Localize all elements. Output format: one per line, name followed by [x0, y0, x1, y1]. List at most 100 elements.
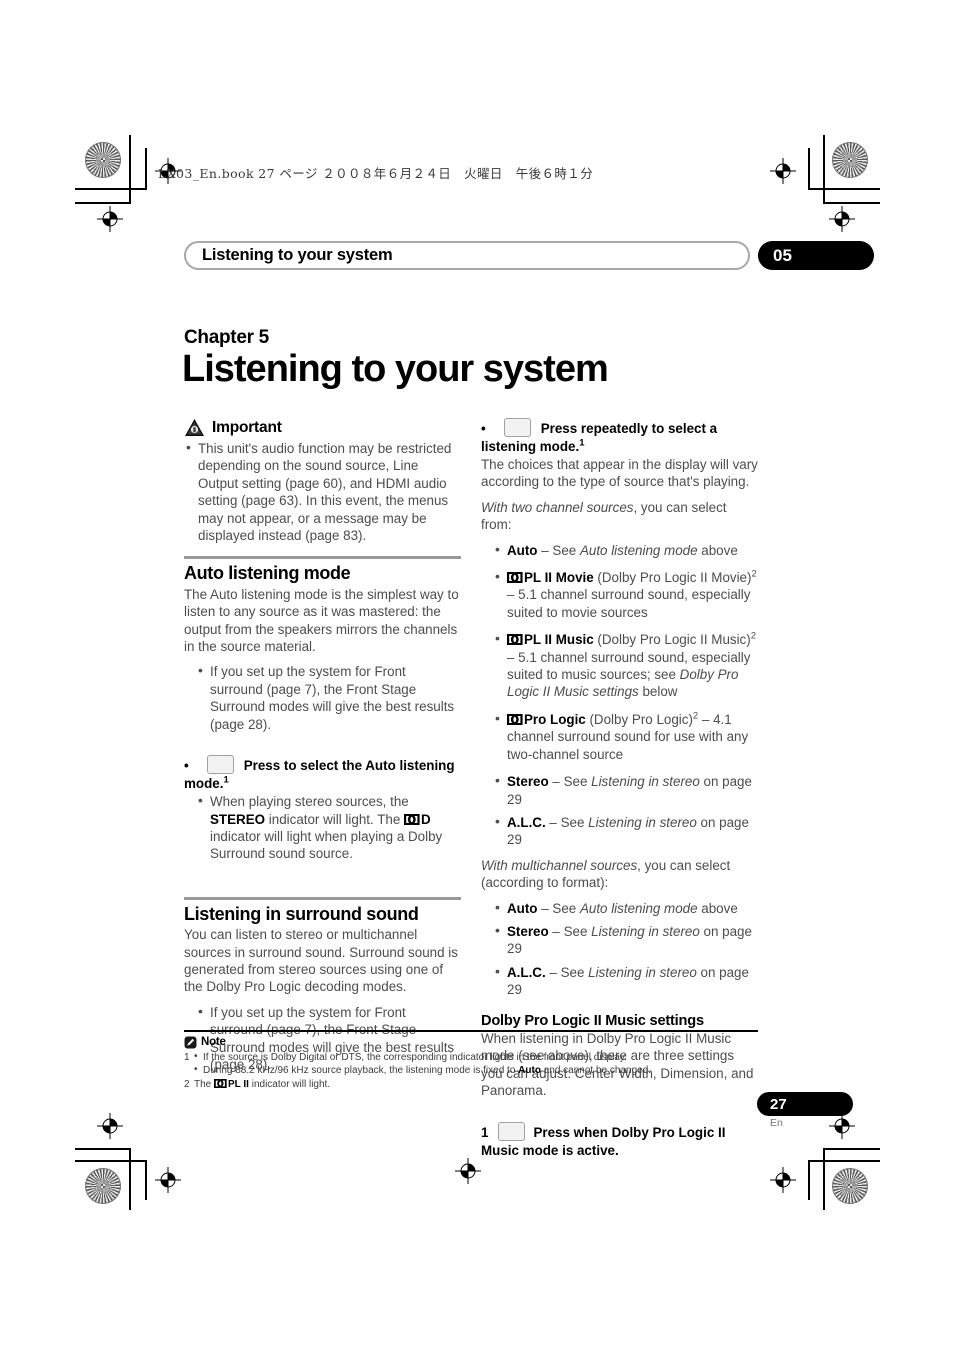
crop-line	[823, 1148, 880, 1150]
mode-name: Pro Logic	[524, 711, 586, 727]
footnote-body: The PL II indicator will light.	[194, 1078, 758, 1092]
footnote-item-2: 2 The PL II indicator will light.	[184, 1078, 758, 1092]
remote-button-placeholder-icon[interactable]	[498, 1121, 526, 1141]
list-item: Auto – See Auto listening mode above	[481, 899, 758, 917]
crop-line	[808, 1160, 810, 1200]
note-pre: When playing stereo sources, the	[210, 794, 409, 810]
book-filename-header: LX03_En.book 27 ページ ２００８年６月２４日 火曜日 午後６時１…	[158, 166, 594, 181]
remote-button-placeholder-icon[interactable]	[206, 755, 234, 775]
warning-triangle-icon	[184, 418, 205, 437]
mode-name: A.L.C.	[507, 964, 546, 980]
fn-pre: During 88.2 kHz/96 kHz source playback, …	[203, 1065, 519, 1077]
important-heading: Important	[212, 418, 282, 436]
mode-dash: (Dolby Pro Logic II Music)	[593, 632, 751, 648]
registration-mark-right-lower	[829, 1113, 855, 1139]
important-heading-row: Important	[184, 418, 461, 437]
crop-line	[75, 188, 147, 190]
note-heading-row: Note	[184, 1036, 758, 1050]
left-column: Important This unit's audio function may…	[184, 418, 461, 1073]
list-item: Pro Logic (Dolby Pro Logic)2 – 4.1 chann…	[481, 710, 758, 763]
list-item: A.L.C. – See Listening in stereo on page…	[481, 963, 758, 999]
stereo-indicator-label: STEREO	[210, 811, 266, 827]
crop-line	[823, 135, 825, 203]
footnote-marker: 1	[223, 774, 229, 786]
crop-line	[145, 148, 147, 190]
chapter-number-badge: 05	[758, 241, 874, 270]
mode-name: PL II Music	[524, 632, 594, 648]
mode-name: Auto	[507, 542, 538, 558]
mode-dash: (Dolby Pro Logic)	[585, 711, 693, 727]
footnote-marker: 1	[579, 437, 585, 449]
mode-italic-ref: Auto listening mode	[579, 900, 698, 916]
note-icon	[184, 1036, 197, 1049]
mode-tail: above	[697, 542, 738, 558]
crop-line	[129, 135, 131, 203]
footnote-sublist: If the source is Dolby Digital or DTS, t…	[194, 1050, 758, 1078]
registration-mark-bottom-right	[770, 1167, 796, 1193]
mode-italic-ref: Listening in stereo	[591, 774, 700, 790]
list-item: If you set up the system for Front surro…	[184, 662, 461, 733]
mode-italic-ref: Listening in stereo	[591, 923, 700, 939]
registration-mark-left-lower	[97, 1113, 123, 1139]
registration-mark-top-right	[770, 158, 796, 184]
list-item: Stereo – See Listening in stereo on page…	[481, 922, 758, 958]
page-title: Listening to your system	[182, 348, 609, 390]
crop-line	[808, 148, 810, 190]
crop-line	[75, 202, 131, 204]
running-head-pill: Listening to your system	[184, 241, 750, 270]
step-number: 1	[481, 1124, 489, 1140]
auto-listening-mode-body: The Auto listening mode is the simplest …	[184, 586, 459, 655]
crop-line	[823, 1148, 825, 1210]
listening-mode-intro: The choices that appear in the display w…	[481, 457, 758, 490]
list-item: Auto – See Auto listening mode above	[481, 541, 758, 559]
section-divider	[184, 556, 461, 560]
crop-line	[823, 202, 880, 204]
mode-dash: – See	[545, 964, 589, 980]
dolby-double-d-icon	[404, 813, 420, 825]
fn-post: and cannot be changed.	[540, 1065, 652, 1077]
crop-line	[75, 1148, 131, 1150]
running-head-title: Listening to your system	[202, 246, 393, 264]
mode-name: PL II Movie	[524, 570, 594, 586]
footnote-number: 1	[184, 1051, 190, 1063]
mode-tail: – 5.1 channel surround sound, especially…	[507, 587, 751, 620]
footnote-number: 2	[184, 1078, 190, 1090]
listening-in-surround-heading: Listening in surround sound	[184, 903, 419, 924]
auto-listening-mode-heading: Auto listening mode	[184, 563, 351, 584]
list-item: Stereo – See Listening in stereo on page…	[481, 772, 758, 808]
step-bullet: •	[184, 758, 189, 774]
note-mid: indicator will light. The	[265, 811, 404, 827]
mode-dash: – See	[545, 814, 589, 830]
footnote-marker: 2	[751, 568, 757, 580]
multichannel-lead: With multichannel sources, you can selec…	[481, 857, 758, 892]
registration-mark-bottom-center	[455, 1158, 481, 1184]
star-target-mark-top-right	[832, 142, 868, 178]
note-post: indicator will light when playing a Dolb…	[210, 828, 443, 862]
registration-mark-bottom-left	[155, 1167, 181, 1193]
crop-line	[75, 1160, 147, 1162]
multichannel-lead-italic: With multichannel sources	[481, 857, 638, 873]
list-item: During 88.2 kHz/96 kHz source playback, …	[194, 1063, 758, 1078]
star-target-mark-bottom-left	[85, 1168, 121, 1204]
dolby-double-d-icon	[507, 634, 523, 646]
registration-mark-left-middle	[97, 206, 123, 232]
mode-name: A.L.C.	[507, 814, 546, 830]
auto-listening-step-notes: When playing stereo sources, the STEREO …	[184, 792, 461, 863]
auto-listening-step: • Press to select the Auto listening mode…	[184, 755, 461, 793]
mode-name: Stereo	[507, 774, 549, 790]
page-language-label: En	[770, 1117, 783, 1129]
mode-name: Stereo	[507, 923, 549, 939]
auto-listening-bullet-list: If you set up the system for Front surro…	[184, 662, 461, 733]
two-channel-mode-list: Auto – See Auto listening mode above PL …	[481, 541, 758, 849]
remote-button-placeholder-icon[interactable]	[503, 418, 531, 437]
section-divider	[184, 896, 461, 900]
crop-line	[129, 1148, 131, 1210]
mode-italic-ref: Auto listening mode	[579, 542, 698, 558]
multichannel-mode-list: Auto – See Auto listening mode above Ste…	[481, 899, 758, 999]
mode-dash: – See	[537, 900, 580, 916]
list-item: A.L.C. – See Listening in stereo on page…	[481, 813, 758, 849]
page-number-badge: 27	[757, 1092, 853, 1116]
fn-bold: Auto	[518, 1065, 541, 1077]
registration-mark-right-middle	[829, 206, 855, 232]
fn-post: indicator will light.	[248, 1078, 331, 1090]
